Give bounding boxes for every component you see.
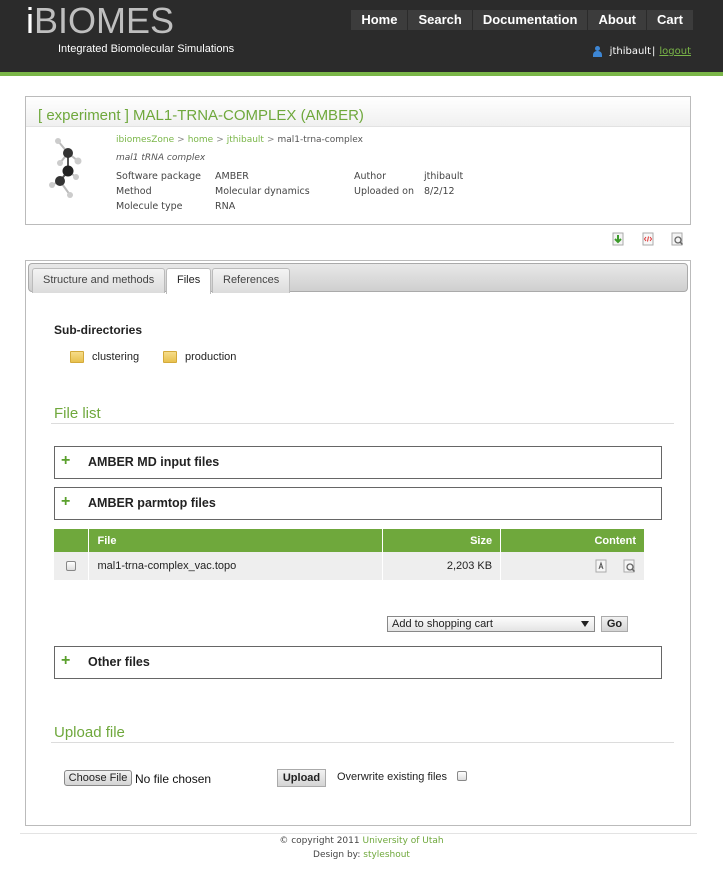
folder-icon xyxy=(163,351,177,363)
breadcrumb: ibiomesZone > home > jthibault > mal1-trna-com… xyxy=(116,135,363,145)
divider xyxy=(51,742,674,743)
uploaded-value: 8/2/12 xyxy=(424,186,455,197)
copyright-line: © copyright 2011 University of Utah xyxy=(0,834,723,848)
logo-first-letter: i xyxy=(26,0,34,41)
site-logo[interactable]: iBIOMES xyxy=(26,0,174,42)
user-icon xyxy=(592,46,602,57)
no-file-chosen-text: No file chosen xyxy=(135,772,212,786)
author-value: jthibault xyxy=(424,171,464,182)
file-name-cell[interactable]: mal1-trna-complex_vac.topo xyxy=(88,552,384,580)
overwrite-checkbox[interactable] xyxy=(457,771,467,781)
nav-cart[interactable]: Cart xyxy=(645,10,693,30)
upload-button[interactable]: Upload xyxy=(277,769,326,787)
download-icon[interactable] xyxy=(611,232,625,246)
breadcrumb-separator: > xyxy=(266,135,275,145)
design-line: Design by: styleshout xyxy=(0,848,723,862)
tab-structure-and-methods[interactable]: Structure and methods xyxy=(32,268,166,293)
experiment-summary: [ experiment ] MAL1-TRNA-COMPLEX (AMBER)… xyxy=(25,96,691,225)
file-table: File Size Content mal1-trna-complex_vac.… xyxy=(54,529,645,580)
author-label: Author xyxy=(354,171,386,182)
view-icon[interactable] xyxy=(670,232,684,246)
folder-icon xyxy=(70,351,84,363)
subdir-label: production xyxy=(185,351,237,363)
breadcrumb-separator: > xyxy=(216,135,224,145)
tab-references[interactable]: References xyxy=(212,268,291,293)
nav-documentation[interactable]: Documentation xyxy=(471,10,588,30)
subdir-label: clustering xyxy=(92,351,140,363)
subdir-production[interactable]: production xyxy=(163,351,236,363)
uploaded-label: Uploaded on xyxy=(354,186,415,197)
table-row: mal1-trna-complex_vac.topo 2,203 KB xyxy=(54,552,645,580)
design-text: Design by: xyxy=(313,850,361,860)
university-link[interactable]: University of Utah xyxy=(363,836,444,846)
file-column-header: File xyxy=(88,529,384,552)
user-separator: | xyxy=(652,46,656,57)
tab-files[interactable]: Files xyxy=(166,268,212,294)
experiment-title: [ experiment ] MAL1-TRNA-COMPLEX (AMBER) xyxy=(38,107,364,124)
cart-action-selected: Add to shopping cart xyxy=(392,618,493,630)
divider xyxy=(51,423,674,424)
breadcrumb-separator: > xyxy=(177,135,185,145)
molecule-type-value: RNA xyxy=(215,201,236,212)
xml-icon[interactable] xyxy=(641,232,655,246)
expand-icon: + xyxy=(61,452,71,469)
size-column-header: Size xyxy=(382,529,502,552)
group-label: AMBER MD input files xyxy=(88,455,220,469)
group-amber-parmtop-files[interactable]: + AMBER parmtop files xyxy=(54,487,662,520)
site-slogan: Integrated Biomolecular Simulations xyxy=(58,43,235,55)
content-column-header: Content xyxy=(500,529,645,552)
experiment-header: [ experiment ] MAL1-TRNA-COMPLEX (AMBER) xyxy=(26,97,690,127)
row-checkbox[interactable] xyxy=(66,561,77,572)
nav-about[interactable]: About xyxy=(587,10,646,30)
file-list-title: File list xyxy=(54,405,101,422)
file-content-cell xyxy=(500,552,645,580)
user-bar: jthibault | logout xyxy=(592,46,691,57)
group-label: Other files xyxy=(88,655,150,669)
nav-home[interactable]: Home xyxy=(351,10,407,30)
row-select-cell xyxy=(54,552,90,580)
main-nav: Home Search Documentation About Cart xyxy=(351,10,693,30)
group-other-files[interactable]: + Other files xyxy=(54,646,662,679)
styleshout-link[interactable]: styleshout xyxy=(363,850,410,860)
site-header: iBIOMES Integrated Biomolecular Simulati… xyxy=(0,0,723,76)
overwrite-label: Overwrite existing files xyxy=(337,771,448,783)
site-footer: © copyright 2011 University of Utah Desi… xyxy=(0,834,723,862)
copyright-text: © copyright 2011 xyxy=(279,836,360,846)
expand-icon: + xyxy=(61,493,71,510)
table-header-row: File Size Content xyxy=(54,529,645,552)
text-view-icon[interactable] xyxy=(594,559,608,573)
software-label: Software package xyxy=(116,171,202,182)
breadcrumb-home[interactable]: home xyxy=(188,135,214,145)
experiment-description: mal1 tRNA complex xyxy=(116,153,206,163)
preview-icon[interactable] xyxy=(622,559,636,573)
method-label: Method xyxy=(116,186,152,197)
group-label: AMBER parmtop files xyxy=(88,496,216,510)
breadcrumb-current: mal1-trna-complex xyxy=(277,135,363,145)
subdirectories-title: Sub-directories xyxy=(54,323,143,337)
subdir-clustering[interactable]: clustering xyxy=(70,351,139,363)
choose-file-button[interactable]: Choose File xyxy=(64,770,132,786)
group-amber-md-input-files[interactable]: + AMBER MD input files xyxy=(54,446,662,479)
select-column-header xyxy=(54,529,90,552)
expand-icon: + xyxy=(61,652,71,669)
molecule-type-label: Molecule type xyxy=(116,201,183,212)
cart-action-select[interactable]: Add to shopping cart xyxy=(387,616,595,632)
molecule-icon xyxy=(49,138,82,198)
upload-title: Upload file xyxy=(54,724,125,741)
go-button[interactable]: Go xyxy=(601,616,628,632)
breadcrumb-ibiomeszone[interactable]: ibiomesZone xyxy=(116,135,174,145)
file-size-cell: 2,203 KB xyxy=(382,552,502,580)
software-value: AMBER xyxy=(215,171,249,182)
tab-bar: Structure and methods Files References xyxy=(28,263,688,294)
method-value: Molecular dynamics xyxy=(215,186,310,197)
breadcrumb-user[interactable]: jthibault xyxy=(227,135,264,145)
dropdown-arrow-icon xyxy=(581,621,589,627)
username: jthibault xyxy=(609,46,651,57)
nav-search[interactable]: Search xyxy=(407,10,471,30)
logout-link[interactable]: logout xyxy=(659,46,691,57)
logo-text: BIOMES xyxy=(34,0,175,41)
